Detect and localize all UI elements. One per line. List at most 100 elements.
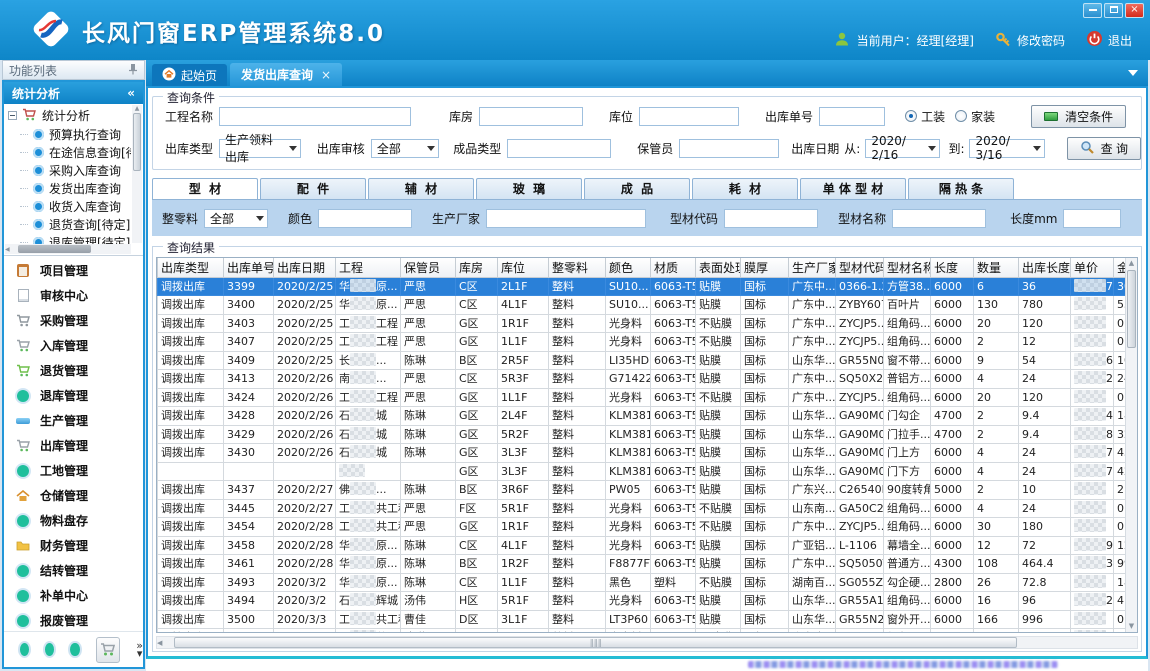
tree-item[interactable]: 退库管理[待定] (6, 233, 131, 244)
minimize-button[interactable] (1083, 3, 1102, 18)
sidebar-module-审核中心[interactable]: 审核中心 (4, 283, 143, 308)
order-no-input[interactable] (819, 107, 885, 126)
whole-part-select[interactable]: 全部 (204, 209, 268, 228)
sidebar-module-生产管理[interactable]: 生产管理 (4, 408, 143, 433)
tree-item[interactable]: 收货入库查询 (6, 197, 131, 215)
tree-item[interactable]: 发货出库查询 (6, 179, 131, 197)
sidebar-module-退库管理[interactable]: 退库管理 (4, 383, 143, 408)
column-header[interactable]: 表面处理 (696, 258, 741, 277)
statistics-section-header[interactable]: 统计分析 « (4, 82, 143, 104)
column-header[interactable]: 出库类型 (158, 258, 224, 277)
maximize-button[interactable] (1104, 3, 1123, 18)
table-row[interactable]: 调拨出库34002020/2/25华原...严思C区4L1F整料SU10...6… (158, 296, 1126, 315)
close-button[interactable]: × (1125, 3, 1144, 18)
table-horizontal-scrollbar[interactable]: ◀‖‖‖ (156, 636, 1138, 649)
table-vertical-scrollbar[interactable]: ▲▼ (1125, 258, 1137, 632)
column-header[interactable]: 工程 (336, 258, 401, 277)
out-type-select[interactable]: 生产领料出库 (219, 139, 301, 158)
tree-vertical-scrollbar[interactable]: ▲ (132, 105, 142, 243)
table-row[interactable]: 调拨出库33992020/2/25华原...严思C区2L1F整料SU10...6… (158, 277, 1126, 296)
product-type-input[interactable] (507, 139, 611, 158)
material-tab[interactable]: 隔 热 条 (908, 178, 1014, 199)
keeper-input[interactable] (679, 139, 779, 158)
search-button[interactable]: 查 询 (1067, 137, 1141, 160)
column-header[interactable]: 整零料 (549, 258, 606, 277)
module-dot-icon[interactable] (70, 643, 79, 656)
column-header[interactable]: 材质 (651, 258, 696, 277)
profile-code-input[interactable] (724, 209, 818, 228)
table-row[interactable]: 调拨出库34092020/2/25长...陈琳B区2R5F整料LI35HD606… (158, 351, 1126, 370)
table-row[interactable]: 调拨出库34942020/3/2石辉城汤伟H区5R1F整料光身料6063-T5贴… (158, 592, 1126, 611)
sidebar-module-工地管理[interactable]: 工地管理 (4, 458, 143, 483)
table-row[interactable]: 调拨出库34282020/2/26石城陈琳G区2L4F整料KLM38176063… (158, 407, 1126, 426)
column-header[interactable]: 长度 (931, 258, 974, 277)
tab-list-dropdown-icon[interactable] (1128, 70, 1138, 76)
table-row[interactable]: 调拨出库34932020/3/2华原...陈琳C区1L1F整料黑色塑料不贴膜国标… (158, 573, 1126, 592)
tree-item[interactable]: 采购入库查询 (6, 161, 131, 179)
profile-name-input[interactable] (892, 209, 986, 228)
sidebar-module-财务管理[interactable]: 财务管理 (4, 533, 143, 558)
collapse-node-icon[interactable] (8, 111, 17, 120)
collapse-icon[interactable]: « (127, 86, 135, 100)
table-row[interactable]: 调拨出库34582020/2/28华原...陈琳C区4L1F整料光身料6063-… (158, 536, 1126, 555)
clear-conditions-button[interactable]: 清空条件 (1031, 105, 1126, 128)
tab-home[interactable]: 起始页 (152, 64, 227, 86)
sidebar-module-结转管理[interactable]: 结转管理 (4, 558, 143, 583)
material-tab[interactable]: 成 品 (584, 178, 690, 199)
module-dot-icon[interactable] (20, 643, 29, 656)
column-header[interactable]: 出库日期 (274, 258, 336, 277)
cart-toolbar-button[interactable] (96, 637, 121, 663)
sidebar-module-补单中心[interactable]: 补单中心 (4, 583, 143, 608)
sidebar-module-采购管理[interactable]: 采购管理 (4, 308, 143, 333)
sidebar-module-物料盘存[interactable]: 物料盘存 (4, 508, 143, 533)
table-row[interactable]: G区3L3F整料KLM38176063-T5贴膜国标山东华...GA90M09.… (158, 462, 1126, 481)
change-password-button[interactable]: 修改密码 (995, 31, 1065, 50)
table-row[interactable]: 调拨出库34612020/2/28华原...陈琳B区1R2F整料F8877FT6… (158, 555, 1126, 574)
factory-input[interactable] (486, 209, 646, 228)
column-header[interactable]: 出库长度 (1019, 258, 1071, 277)
material-tab[interactable]: 耗 材 (692, 178, 798, 199)
material-tab[interactable]: 型 材 (152, 178, 258, 199)
tree-root[interactable]: 统计分析 (6, 106, 131, 125)
table-row[interactable]: 调拨出库34302020/2/26石城陈琳G区3L3F整料KLM38176063… (158, 444, 1126, 463)
close-tab-icon[interactable]: × (321, 68, 331, 82)
column-header[interactable]: 型材代码 (836, 258, 884, 277)
location-input[interactable] (639, 107, 739, 126)
tree-item[interactable]: 在途信息查询[待 (6, 143, 131, 161)
sidebar-module-仓储管理[interactable]: 仓储管理 (4, 483, 143, 508)
sidebar-module-报废管理[interactable]: 报废管理 (4, 608, 143, 631)
material-tab[interactable]: 配 件 (260, 178, 366, 199)
column-header[interactable]: 库位 (498, 258, 549, 277)
project-name-input[interactable] (219, 107, 411, 126)
sidebar-module-退货管理[interactable]: 退货管理 (4, 358, 143, 383)
table-row[interactable]: 调拨出库35102020/3/4工共工程陈琳F区5R1F整料光身料6063-T5… (158, 629, 1126, 633)
table-row[interactable]: 调拨出库34542020/2/28工共工程严思G区1R1F整料光身料6063-T… (158, 518, 1126, 537)
column-header[interactable]: 金额 (1114, 258, 1126, 277)
logout-button[interactable]: 退出 (1086, 30, 1132, 50)
pin-icon[interactable] (128, 63, 138, 78)
radio-home-decor[interactable] (955, 110, 967, 122)
tree-horizontal-scrollbar[interactable]: ◀ (5, 244, 131, 254)
column-header[interactable]: 库房 (456, 258, 498, 277)
tree-item[interactable]: 预算执行查询 (6, 125, 131, 143)
table-row[interactable]: 调拨出库34242020/2/26工工程严思G区1L1F整料光身料6063-T5… (158, 388, 1126, 407)
table-row[interactable]: 调拨出库34292020/2/26石城陈琳G区5R2F整料KLM38176063… (158, 425, 1126, 444)
radio-work-clothes[interactable] (905, 110, 917, 122)
module-dot-icon[interactable] (45, 643, 54, 656)
sidebar-module-入库管理[interactable]: 入库管理 (4, 333, 143, 358)
sidebar-module-出库管理[interactable]: 出库管理 (4, 433, 143, 458)
date-to-picker[interactable]: 2020/ 3/16 (969, 139, 1044, 158)
column-header[interactable]: 膜厚 (741, 258, 789, 277)
column-header[interactable]: 颜色 (606, 258, 651, 277)
date-from-picker[interactable]: 2020/ 2/16 (865, 139, 940, 158)
material-tab[interactable]: 玻 璃 (476, 178, 582, 199)
tab-shipment-query[interactable]: 发货出库查询 × (230, 63, 342, 86)
material-tab[interactable]: 辅 材 (368, 178, 474, 199)
table-row[interactable]: 调拨出库35002020/3/3工共工程曹佳D区3L1F整料LT3P606063… (158, 610, 1126, 629)
color-input[interactable] (318, 209, 412, 228)
column-header[interactable]: 出库单号 (224, 258, 274, 277)
length-input[interactable] (1063, 209, 1121, 228)
table-row[interactable]: 调拨出库34132020/2/26南...严思C区5R3F整料G71422606… (158, 370, 1126, 389)
warehouse-input[interactable] (479, 107, 583, 126)
audit-select[interactable]: 全部 (371, 139, 439, 158)
